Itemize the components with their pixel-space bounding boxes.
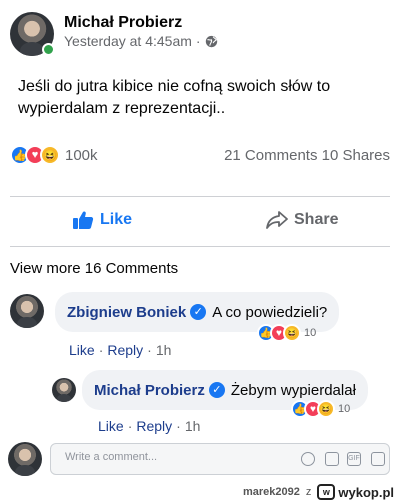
commenter-name[interactable]: Zbigniew Boniek — [67, 304, 186, 321]
comment-reply-link[interactable]: Reply — [136, 418, 172, 434]
commenter-name[interactable]: Michał Probierz — [94, 382, 205, 399]
share-button[interactable]: Share — [266, 210, 338, 230]
haha-reaction-icon: 😆 — [283, 324, 301, 342]
post-header: Michał Probierz Yesterday at 4:45am · — [0, 0, 400, 60]
separator-dot: · — [98, 342, 104, 358]
commenter-avatar[interactable] — [10, 294, 44, 328]
view-more-comments-link[interactable]: View more 16 Comments — [10, 260, 178, 277]
comment-input[interactable] — [65, 451, 265, 463]
comments-shares-count[interactable]: 21 Comments 10 Shares — [224, 147, 390, 164]
current-user-avatar — [8, 442, 42, 476]
camera-icon[interactable] — [325, 452, 339, 466]
post-actions: Like Share — [0, 196, 400, 248]
comment-reaction-count: 10 — [304, 327, 317, 339]
comment-reactions[interactable]: 👍 ♥ 😆 10 — [291, 400, 350, 418]
post-text: Jeśli do jutra kibice nie cofną swoich s… — [18, 78, 331, 117]
thumbs-up-icon — [73, 211, 94, 229]
like-button-label: Like — [100, 211, 133, 228]
comment-input-box[interactable]: GIF — [50, 443, 390, 475]
watermark: marek2092 z w wykop.pl — [0, 481, 400, 503]
comment-like-link[interactable]: Like — [69, 342, 95, 358]
like-button[interactable]: Like — [72, 210, 132, 230]
wykop-logo: w wykop.pl — [317, 484, 394, 500]
haha-reaction-icon: 😆 — [317, 400, 335, 418]
commenter-avatar[interactable] — [52, 378, 76, 402]
comment-text: A co powiedzieli? — [212, 303, 328, 321]
share-button-label: Share — [294, 211, 339, 228]
sticker-icon[interactable] — [371, 452, 385, 466]
comment: Zbigniew Boniek ✓ A co powiedzieli? 👍 ♥ … — [0, 292, 400, 362]
comment-reply: Michał Probierz ✓ Żebym wypierdalał 👍 ♥ … — [0, 368, 400, 438]
haha-reaction-icon: 😆 — [40, 145, 60, 165]
separator-dot: · — [127, 418, 133, 434]
comment-actions: Like · Reply · 1h — [98, 418, 200, 434]
verified-badge-icon: ✓ — [190, 304, 207, 320]
share-arrow-icon — [266, 211, 288, 229]
comment-reaction-count: 10 — [338, 403, 351, 415]
meta-dot: · — [195, 33, 201, 49]
reaction-icons[interactable]: 👍 ♥ 😆 — [10, 145, 60, 165]
comment-actions: Like · Reply · 1h — [69, 342, 171, 358]
watermark-connector: z — [305, 486, 312, 498]
comment-reactions[interactable]: 👍 ♥ 😆 10 — [257, 324, 316, 342]
comment-composer: GIF — [0, 440, 400, 480]
comment-text: Żebym wypierdalał — [230, 381, 356, 399]
gif-icon[interactable]: GIF — [347, 452, 361, 466]
comment-time[interactable]: 1h — [156, 342, 172, 358]
online-status-indicator — [42, 43, 55, 56]
post-meta: Yesterday at 4:45am · — [64, 33, 218, 49]
separator-dot: · — [176, 418, 181, 434]
comment-like-link[interactable]: Like — [98, 418, 124, 434]
watermark-user: marek2092 — [242, 486, 300, 498]
globe-icon — [205, 35, 217, 47]
watermark-site: wykop.pl — [338, 484, 394, 500]
post-timestamp[interactable]: Yesterday at 4:45am — [64, 33, 192, 49]
wykop-logo-icon: w — [317, 484, 336, 500]
verified-badge-icon: ✓ — [208, 382, 225, 398]
reaction-count[interactable]: 100k — [65, 147, 98, 164]
divider — [10, 246, 390, 247]
post-author-name[interactable]: Michał Probierz — [64, 14, 182, 32]
comment-time[interactable]: 1h — [185, 418, 201, 434]
separator-dot: · — [147, 342, 152, 358]
emoji-icon[interactable] — [301, 452, 315, 466]
reactions-summary: 👍 ♥ 😆 100k 21 Comments 10 Shares — [10, 144, 390, 166]
comment-reply-link[interactable]: Reply — [107, 342, 143, 358]
